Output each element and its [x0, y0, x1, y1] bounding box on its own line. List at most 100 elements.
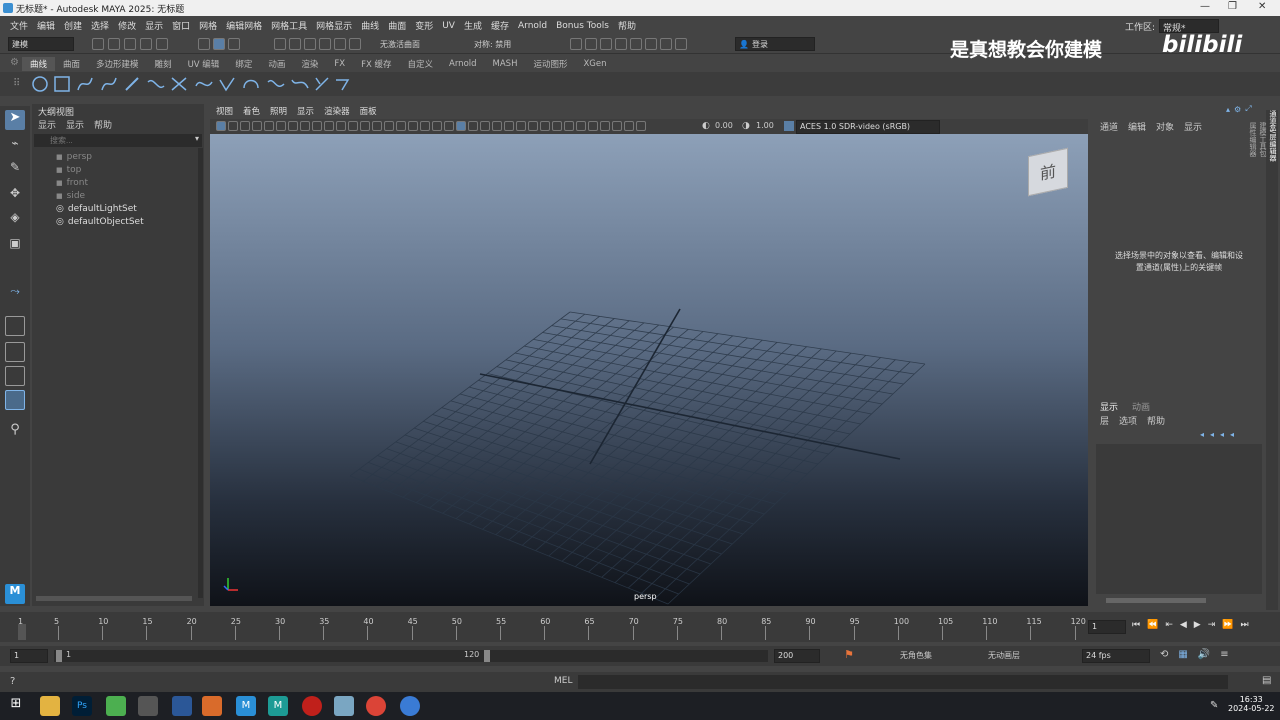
scale-tool-icon[interactable]: ▣: [5, 236, 25, 256]
rebuild-curve-icon[interactable]: [243, 79, 259, 89]
step-forward-key-icon[interactable]: ⏩: [1222, 620, 1233, 630]
fillet-curve-icon[interactable]: [291, 79, 309, 89]
shelf-tab-14[interactable]: XGen: [575, 58, 614, 70]
new-layer-icon[interactable]: ◂: [1220, 430, 1224, 439]
app-icon-d[interactable]: [202, 696, 222, 716]
colorspace-select[interactable]: ACES 1.0 SDR-video (sRGB): [796, 120, 940, 134]
settings-icon[interactable]: ⚙: [1234, 105, 1241, 114]
menu-item-15[interactable]: 生成: [464, 19, 482, 32]
app-icon-e[interactable]: [334, 696, 354, 716]
viewport-tool-icon[interactable]: [492, 121, 502, 131]
viewport-tool-icon[interactable]: [396, 121, 406, 131]
viewport-tool-icon[interactable]: [516, 121, 526, 131]
go-to-end-icon[interactable]: ⏭: [1240, 620, 1248, 630]
menu-item-12[interactable]: 曲面: [388, 19, 406, 32]
channel-menu-edit[interactable]: 编辑: [1128, 120, 1146, 133]
viewport-tool-icon[interactable]: [528, 121, 538, 131]
nurbs-square-icon[interactable]: [54, 76, 70, 92]
viewport-tool-icon[interactable]: [252, 121, 262, 131]
outliner-menu-help[interactable]: 帮助: [94, 118, 112, 131]
select-hierarchy-icon[interactable]: [198, 38, 210, 50]
workspace-select[interactable]: 常规*: [1159, 19, 1220, 34]
viewport-tool-icon[interactable]: [276, 121, 286, 131]
go-to-start-icon[interactable]: ⏮: [1132, 620, 1140, 630]
app-icon-b[interactable]: [138, 696, 158, 716]
viewport-tool-icon[interactable]: [564, 121, 574, 131]
shelf-tab-12[interactable]: MASH: [485, 58, 526, 70]
restore-button[interactable]: ❐: [1228, 1, 1237, 12]
snap-point-icon[interactable]: [304, 38, 316, 50]
shelf-options-icon[interactable]: ⚙: [10, 57, 19, 68]
viewport-tool-icon[interactable]: [324, 121, 334, 131]
render-settings-icon[interactable]: [600, 38, 612, 50]
hypershade-icon[interactable]: [615, 38, 627, 50]
viewport-tool-icon[interactable]: [384, 121, 394, 131]
range-end-handle[interactable]: [484, 650, 490, 662]
menu-item-16[interactable]: 缓存: [491, 19, 509, 32]
curve-intersect-icon[interactable]: [171, 77, 187, 91]
viewport-tool-icon[interactable]: [552, 121, 562, 131]
pin-icon[interactable]: ▴: [1226, 105, 1230, 114]
menu-item-6[interactable]: 窗口: [172, 19, 190, 32]
current-time-field[interactable]: 1: [1088, 620, 1126, 634]
move-layer-down-icon[interactable]: ◂: [1210, 430, 1214, 439]
viewport-tool-icon[interactable]: [480, 121, 490, 131]
pencil-curve-icon[interactable]: [125, 77, 139, 91]
viewport-tool-icon[interactable]: [540, 121, 550, 131]
symmetry-select[interactable]: 对称: 禁用: [474, 39, 511, 50]
viewport-tool-icon[interactable]: [372, 121, 382, 131]
viewport-tool-icon[interactable]: [612, 121, 622, 131]
viewport-tool-icon[interactable]: [312, 121, 322, 131]
app-icon-a[interactable]: [106, 696, 126, 716]
time-slider[interactable]: 1 5 10 15 20 25 30 35 40 45 50 55 60 65 70 75 80 85 90 95 10…: [0, 612, 1280, 642]
shelf-tab-0[interactable]: 曲线: [22, 56, 56, 71]
open-scene-icon[interactable]: [108, 38, 120, 50]
layer-menu-options[interactable]: 选项: [1119, 414, 1137, 427]
chrome-icon[interactable]: [366, 696, 386, 716]
viewport-tool-icon[interactable]: [408, 121, 418, 131]
channel-menu-show[interactable]: 显示: [1184, 120, 1202, 133]
select-tool-icon[interactable]: ➤: [5, 110, 25, 130]
redo-icon[interactable]: [156, 38, 168, 50]
snap-view-plane-icon[interactable]: [319, 38, 331, 50]
nurbs-circle-icon[interactable]: [32, 76, 48, 92]
snap-grid-icon[interactable]: [274, 38, 286, 50]
script-editor-icon[interactable]: ▤: [1262, 675, 1271, 686]
viewport-tool-icon[interactable]: [264, 121, 274, 131]
range-start-handle[interactable]: [56, 650, 62, 662]
snap-magnet-icon[interactable]: [349, 38, 361, 50]
ep-curve-icon[interactable]: [101, 77, 117, 91]
character-set-select[interactable]: 无角色集: [900, 650, 932, 661]
viewport-menu-lighting[interactable]: 照明: [270, 105, 287, 117]
menu-item-2[interactable]: 创建: [64, 19, 82, 32]
play-icon[interactable]: [660, 38, 672, 50]
menu-item-5[interactable]: 显示: [145, 19, 163, 32]
ipr-render-icon[interactable]: [585, 38, 597, 50]
chevron-down-icon[interactable]: ▾: [195, 134, 199, 143]
snap-curve-icon[interactable]: [289, 38, 301, 50]
arnold-render-icon[interactable]: [645, 38, 657, 50]
exposure-field[interactable]: 0.00: [715, 121, 733, 130]
viewport-menu-shading[interactable]: 着色: [243, 105, 260, 117]
menu-item-9[interactable]: 网格工具: [271, 19, 307, 32]
outliner-item-side[interactable]: side: [67, 191, 85, 201]
menu-item-17[interactable]: Arnold: [518, 21, 547, 31]
outliner-item-top[interactable]: top: [67, 165, 82, 175]
viewport-tool-icon[interactable]: [624, 121, 634, 131]
viewport-tool-icon[interactable]: [636, 121, 646, 131]
bezier-curve-icon[interactable]: [147, 79, 165, 89]
maya-taskbar-icon-2[interactable]: M: [268, 696, 288, 716]
anim-layer-select[interactable]: 无动画层: [988, 650, 1020, 661]
play-forward-icon[interactable]: ▶: [1194, 620, 1201, 630]
auto-key-icon[interactable]: ⚑: [844, 648, 854, 661]
viewport-tool-icon[interactable]: [228, 121, 238, 131]
menu-item-10[interactable]: 网格显示: [316, 19, 352, 32]
minimize-button[interactable]: —: [1200, 1, 1210, 12]
shelf-tab-4[interactable]: UV 编辑: [180, 57, 228, 71]
menu-item-3[interactable]: 选择: [91, 19, 109, 32]
recorder-icon[interactable]: [302, 696, 322, 716]
login-button[interactable]: 👤 登录: [735, 37, 815, 51]
tab-display-layers[interactable]: 显示: [1100, 400, 1118, 413]
menu-item-0[interactable]: 文件: [10, 19, 28, 32]
menu-item-4[interactable]: 修改: [118, 19, 136, 32]
